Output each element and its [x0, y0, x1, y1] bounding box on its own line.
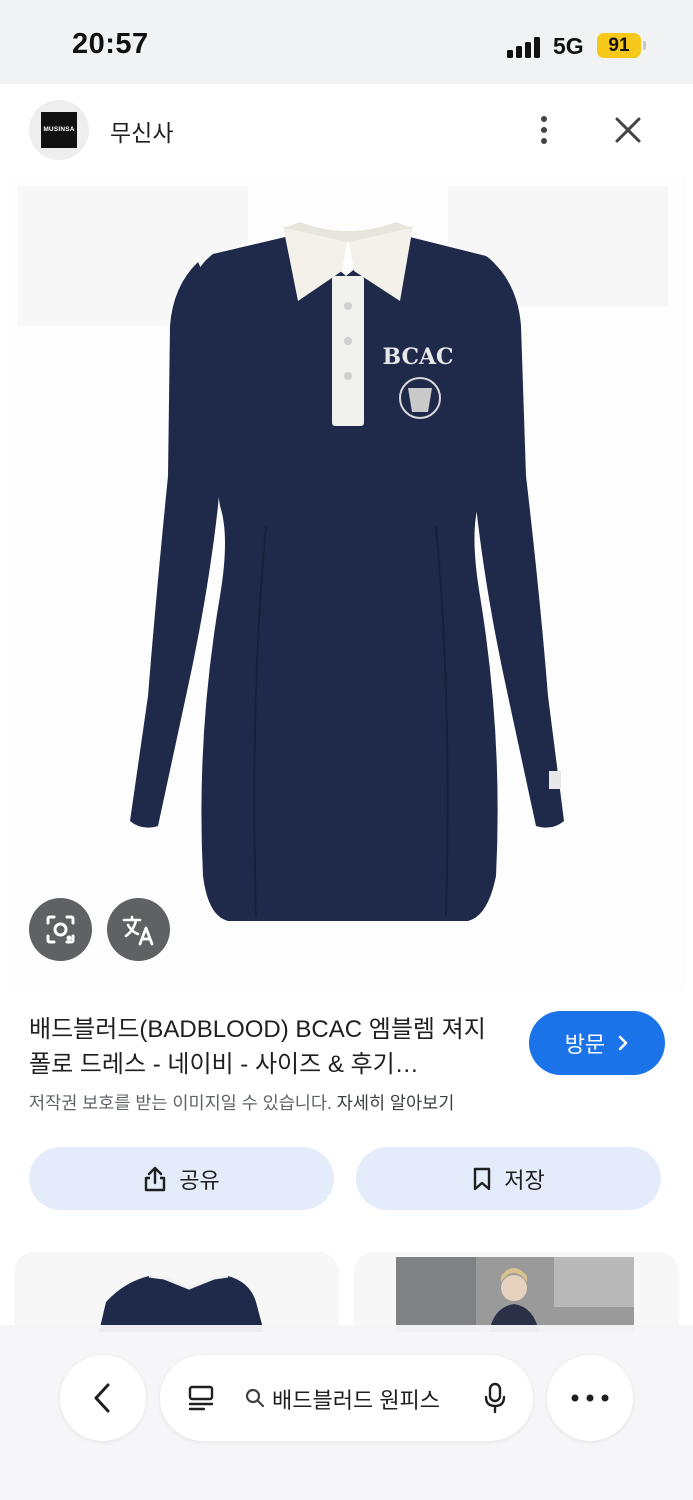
- share-label: 공유: [179, 1167, 220, 1193]
- status-time: 20:57: [72, 28, 149, 60]
- product-image[interactable]: BCAC: [8, 176, 685, 990]
- search-query[interactable]: 배드블러드 원피스: [272, 1383, 440, 1415]
- share-icon: [145, 1166, 166, 1191]
- microphone-icon[interactable]: [480, 1381, 510, 1415]
- source-header: MUSINSA 무신사: [0, 84, 693, 176]
- back-button[interactable]: [60, 1355, 146, 1441]
- translate-icon[interactable]: [107, 898, 170, 961]
- chevron-right-icon: [618, 1035, 628, 1051]
- result-title[interactable]: 배드블러드(BADBLOOD) BCAC 엠블렘 져지 폴로 드레스 - 네이비…: [29, 1012, 509, 1082]
- visit-label: 방문: [564, 1032, 606, 1057]
- battery-tip: [643, 41, 646, 50]
- search-icon: [245, 1388, 265, 1408]
- more-menu-button[interactable]: [547, 1355, 633, 1441]
- site-logo-text: MUSINSA: [41, 112, 77, 148]
- close-icon[interactable]: [608, 110, 648, 150]
- lens-search-icon[interactable]: [29, 898, 92, 961]
- related-image-thumbnail: [99, 1274, 264, 1332]
- copyright-notice: 저작권 보호를 받는 이미지일 수 있습니다. 자세히 알아보기: [29, 1090, 454, 1115]
- site-name[interactable]: 무신사: [110, 114, 173, 148]
- copyright-text: 저작권 보호를 받는 이미지일 수 있습니다.: [29, 1093, 332, 1113]
- page: 20:57 5G 91 MUSINSA 무신사 BCAC 배드블러드(BADBL…: [0, 0, 693, 1500]
- save-label: 저장: [504, 1167, 545, 1193]
- related-image-thumbnail: [396, 1257, 634, 1332]
- network-label: 5G: [553, 33, 584, 59]
- site-logo[interactable]: MUSINSA: [29, 100, 89, 160]
- dress-illustration: BCAC: [8, 176, 685, 990]
- more-options-icon[interactable]: [526, 110, 562, 150]
- more-horizontal-icon: [571, 1394, 609, 1402]
- battery-icon: 91: [597, 33, 641, 58]
- chevron-left-icon: [94, 1383, 110, 1413]
- visit-button[interactable]: 방문: [529, 1011, 665, 1075]
- status-bar: 20:57 5G 91: [0, 0, 693, 84]
- emblem-text: BCAC: [382, 344, 453, 370]
- share-button[interactable]: 공유: [29, 1147, 334, 1210]
- signal-icon: [507, 36, 543, 58]
- bookmark-icon: [474, 1167, 491, 1190]
- tabs-list-icon: [188, 1385, 214, 1411]
- learn-more-link[interactable]: 자세히 알아보기: [337, 1093, 455, 1113]
- save-button[interactable]: 저장: [356, 1147, 661, 1210]
